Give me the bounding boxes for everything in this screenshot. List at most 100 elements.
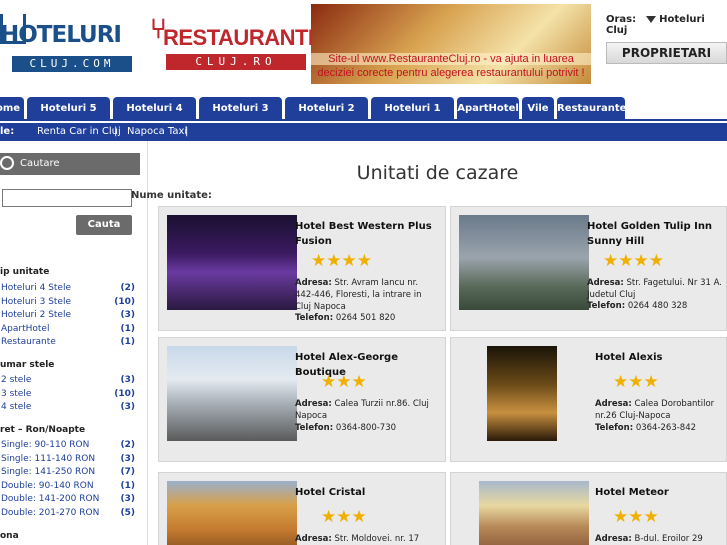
filter-label[interactable]: Hoteluri 3 Stele [1,297,71,307]
proprietari-button[interactable]: PROPRIETARI [606,42,727,64]
tab-hoteluri-3-stele[interactable]: Hoteluri 3 Stele [199,97,282,138]
filter-count: (7) [120,467,136,477]
filter-item[interactable]: Single: 111-140 RON (3) [1,454,135,464]
search-input[interactable] [2,189,132,207]
filter-count: (3) [120,402,136,412]
search-title: Cautare [20,158,60,169]
filter-item[interactable]: ApartHotel (1) [1,324,135,334]
hotel-card[interactable]: Hotel Alexis ★★★ Adresa: Calea Dorobanti… [450,337,727,462]
address-label: Adresa: [595,399,632,409]
phone-value: 0264 501 820 [335,313,396,323]
filter-label[interactable]: Double: 201-270 RON [1,508,99,518]
filter-label[interactable]: Hoteluri 4 Stele [1,283,71,293]
city-selector[interactable]: Oras: Hoteluri Cluj [606,14,727,36]
filter-label[interactable]: Single: 90-110 RON [1,440,89,450]
hotel-photo[interactable] [487,346,557,441]
hotel-phone: Telefon: 0264 480 328 [587,301,687,311]
filter-label[interactable]: 4 stele [1,402,31,412]
phone-label: Telefon: [295,313,334,323]
logo-sub: CLUJ.COM [12,56,132,72]
filter-item[interactable]: 4 stele (3) [1,402,135,412]
hotel-photo[interactable] [167,215,297,310]
filter-item[interactable]: Hoteluri 2 Stele (3) [1,310,135,320]
hotel-photo[interactable] [459,215,589,310]
filter-count: (10) [114,389,135,399]
filter-count: (3) [120,494,136,504]
hotel-address: Adresa: Calea Dorobantilor nr.26 Cluj-Na… [595,398,727,422]
filter-item[interactable]: Single: 90-110 RON (2) [1,440,135,450]
logo-sub: CLUJ.RO [166,54,306,70]
filter-label[interactable]: ApartHotel [1,324,49,334]
tab-home[interactable]: ome [0,97,24,121]
filter-item[interactable]: Hoteluri 4 Stele (2) [1,283,135,293]
filter-item[interactable]: Restaurante (1) [1,337,135,347]
star-rating: ★★★ [321,372,367,392]
hotel-card[interactable]: Hotel Cristal ★★★ Adresa: Str. Moldovei.… [158,472,446,545]
filter-item[interactable]: 2 stele (3) [1,375,135,385]
filter-count: (5) [120,508,136,518]
hotel-photo[interactable] [479,481,589,545]
dropdown-arrow-icon[interactable] [646,15,657,23]
hotel-card[interactable]: Hotel Alex-George Boutique ★★★ Adresa: C… [158,337,446,462]
tab-restaurante[interactable]: Restaurante [557,97,626,121]
star-rating: ★★★ [613,507,659,527]
star-rating: ★★★★ [603,251,664,271]
phone-value: 0264 480 328 [627,301,688,311]
tab-hoteluri-5-stele[interactable]: Hoteluri 5 Stele [27,97,110,138]
filter-item[interactable]: Single: 141-250 RON (7) [1,467,135,477]
phone-label: Telefon: [595,423,634,433]
hoteluri-cluj-logo[interactable]: HOTELURI CLUJ.COM [0,8,135,72]
star-rating: ★★★ [321,507,367,527]
filter-item[interactable]: Double: 201-270 RON (5) [1,508,135,518]
filter-item[interactable]: Double: 90-140 RON (1) [1,481,135,491]
hotel-card[interactable]: Hotel Meteor ★★★ Adresa: B-dul. Eroilor … [450,472,727,545]
hotel-card[interactable]: Hotel Golden Tulip Inn Sunny Hill ★★★★ A… [450,206,727,331]
section-title-numar-stele: umar stele [0,360,55,370]
filter-item[interactable]: Double: 141-200 RON (3) [1,494,135,504]
filter-count: (1) [120,481,136,491]
tab-hoteluri-1-stea[interactable]: Hoteluri 1 Stea [371,97,454,138]
filter-label[interactable]: Restaurante [1,337,56,347]
filter-label[interactable]: Single: 141-250 RON [1,467,95,477]
hotel-card[interactable]: Hotel Best Western Plus Fusion ★★★★ Adre… [158,206,446,331]
hotel-address: Adresa: Str. Avram Iancu nr. 442-446, Fl… [295,277,437,313]
hotel-name[interactable]: Hotel Alex-George Boutique [295,350,445,380]
filter-label[interactable]: 3 stele [1,389,31,399]
filter-label[interactable]: Hoteluri 2 Stele [1,310,71,320]
filter-count: (10) [114,297,135,307]
search-button[interactable]: Cauta [76,215,132,235]
filter-label[interactable]: Double: 141-200 RON [1,494,99,504]
filter-item[interactable]: 3 stele (10) [1,389,135,399]
separator: | [114,126,118,137]
phone-label: Telefon: [587,301,626,311]
rent-a-car-link[interactable]: Renta Car in Cluj [37,123,121,141]
hotel-name[interactable]: Hotel Meteor [595,485,727,500]
hotel-name[interactable]: Hotel Alexis [595,350,727,365]
tab-vile[interactable]: Vile [522,97,554,121]
napoca-taxi-link[interactable]: Napoca Taxi [127,123,187,141]
filter-label[interactable]: Single: 111-140 RON [1,454,95,464]
address-label: Adresa: [295,399,332,409]
oras-label: Oras: [606,14,637,25]
main-nav: ome Hoteluri 5 Stele Hoteluri 4 Stele Ho… [0,97,727,138]
magnifier-icon [0,156,14,170]
hotel-name[interactable]: Hotel Best Western Plus Fusion [295,219,445,249]
tab-hoteluri-4-stele[interactable]: Hoteluri 4 Stele [113,97,196,138]
tab-aparthotel[interactable]: ApartHotel [457,97,519,121]
restaurante-banner[interactable]: Site-ul www.RestauranteCluj.ro - va ajut… [311,4,591,84]
restaurante-cluj-logo[interactable]: ⑂ RESTAURANTE CLUJ.RO [150,12,323,72]
hotel-name[interactable]: Hotel Cristal [295,485,445,500]
hotel-name[interactable]: Hotel Golden Tulip Inn Sunny Hill [587,219,727,249]
phone-value: 0364-800-730 [335,423,397,433]
hotel-photo[interactable] [167,346,297,441]
search-header: Cautare [0,153,140,175]
fork-knife-icon: ⑂ [150,12,167,45]
filter-label[interactable]: 2 stele [1,375,31,385]
hotel-address: Adresa: Calea Turzii nr.86. Cluj Napoca [295,398,437,422]
tab-hoteluri-2-stele[interactable]: Hoteluri 2 Stele [285,97,368,138]
filter-item[interactable]: Hoteluri 3 Stele (10) [1,297,135,307]
section-title-tip-unitate: ip unitate [0,267,50,277]
hotel-photo[interactable] [167,481,297,545]
address-label: Adresa: [595,534,632,544]
filter-label[interactable]: Double: 90-140 RON [1,481,94,491]
